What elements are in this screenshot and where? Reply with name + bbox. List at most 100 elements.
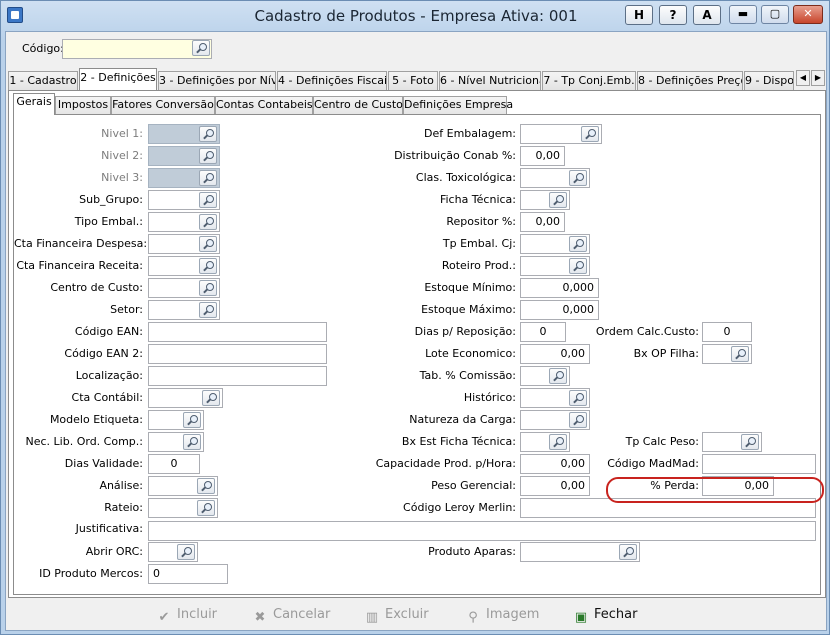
bx-op-filha-search-icon[interactable] [731,346,749,362]
nivel1-search-icon[interactable] [199,126,217,142]
roteiro-prod-search-icon[interactable] [569,258,587,274]
tab-comissao-field[interactable] [520,366,570,386]
ordem-calc-custo-field[interactable]: 0 [702,322,752,342]
tp-embal-cj-label: Tp Embal. Cj: [442,237,516,250]
codigo-field[interactable] [62,39,212,59]
sub-grupo-field[interactable] [148,190,220,210]
subtab-contas-contabeis[interactable]: Contas Contabeis [215,96,313,114]
cta-contabil-field[interactable] [148,388,223,408]
subtab-gerais[interactable]: Gerais [13,93,55,115]
def-embalagem-field[interactable] [520,124,602,144]
repositor-field[interactable]: 0,00 [520,212,565,232]
tab-definicoes-fiscais[interactable]: 4 - Definições Fiscais [277,71,387,90]
modelo-etiqueta-field[interactable] [148,410,204,430]
def-embalagem-search-icon[interactable] [581,126,599,142]
help-a-button[interactable]: A [693,5,721,25]
incluir-button[interactable]: ✔ Incluir [156,604,217,626]
app-icon [7,7,23,23]
tab-scroll-right-icon[interactable]: ▶ [811,70,825,86]
roteiro-prod-field[interactable] [520,256,590,276]
historico-field[interactable] [520,388,590,408]
setor-field[interactable] [148,300,220,320]
tp-embal-cj-search-icon[interactable] [569,236,587,252]
help-h-button[interactable]: H [625,5,653,25]
clas-toxicologica-search-icon[interactable] [569,170,587,186]
tp-calc-peso-search-icon[interactable] [741,434,759,450]
natureza-carga-search-icon[interactable] [569,412,587,428]
nec-lib-search-icon[interactable] [183,434,201,450]
historico-search-icon[interactable] [569,390,587,406]
id-produto-mercos-field[interactable]: 0 [148,564,228,584]
centro-custo-search-icon[interactable] [199,280,217,296]
produto-aparas-search-icon[interactable] [619,544,637,560]
cta-fin-receita-search-icon[interactable] [199,258,217,274]
setor-search-icon[interactable] [199,302,217,318]
abrir-orc-field[interactable] [148,542,198,562]
nivel2-field[interactable] [148,146,220,166]
tab-tp-conj-emb[interactable]: 7 - Tp Conj.Emb. [542,71,636,90]
codigo-ean2-field[interactable] [148,344,327,364]
tp-calc-peso-field[interactable] [702,432,762,452]
nivel2-search-icon[interactable] [199,148,217,164]
rateio-field[interactable] [148,498,218,518]
estoque-minimo-field[interactable]: 0,000 [520,278,599,298]
dias-validade-field[interactable]: 0 [148,454,200,474]
help-question-button[interactable]: ? [659,5,687,25]
cancelar-button[interactable]: ✖ Cancelar [252,604,331,626]
tab-definicoes[interactable]: 2 - Definições [79,68,157,90]
analise-search-icon[interactable] [197,478,215,494]
tab-scroll-left-icon[interactable]: ◀ [796,70,810,86]
ficha-tecnica-field[interactable] [520,190,570,210]
nivel1-field[interactable] [148,124,220,144]
natureza-carga-field[interactable] [520,410,590,430]
nivel3-search-icon[interactable] [199,170,217,186]
tab-dispos[interactable]: 9 - Dispos [744,71,794,90]
fechar-button[interactable]: ▣ Fechar [573,604,638,626]
subtab-definicoes-empresa[interactable]: Definições Empresa [403,96,513,114]
lote-economico-label: Lote Economico: [425,347,516,360]
cta-fin-receita-field[interactable] [148,256,220,276]
subtab-impostos[interactable]: Impostos [55,96,111,114]
nec-lib-field[interactable] [148,432,204,452]
dias-reposicao-field[interactable]: 0 [520,322,566,342]
analise-field[interactable] [148,476,218,496]
tab-definicoes-preco[interactable]: 8 - Definições Preço [637,71,743,90]
justificativa-field[interactable] [148,521,816,541]
maximize-button[interactable]: ▢ [761,5,789,24]
localizacao-field[interactable] [148,366,327,386]
clas-toxicologica-field[interactable] [520,168,590,188]
abrir-orc-search-icon[interactable] [177,544,195,560]
bx-op-filha-field[interactable] [702,344,752,364]
rateio-search-icon[interactable] [197,500,215,516]
tab-foto[interactable]: 5 - Foto [388,71,438,90]
minimize-button[interactable]: ▬ [729,5,757,24]
centro-custo-field[interactable] [148,278,220,298]
tipo-embal-search-icon[interactable] [199,214,217,230]
sub-grupo-search-icon[interactable] [199,192,217,208]
close-button[interactable]: ✕ [793,5,823,24]
ficha-tecnica-search-icon[interactable] [549,192,567,208]
tab-nivel-nutricional[interactable]: 6 - Nível Nutricional [439,71,541,90]
tab-comissao-search-icon[interactable] [549,368,567,384]
estoque-maximo-field[interactable]: 0,000 [520,300,599,320]
cta-fin-despesa-search-icon[interactable] [199,236,217,252]
produto-aparas-field[interactable] [520,542,640,562]
modelo-etiqueta-search-icon[interactable] [183,412,201,428]
cta-contabil-search-icon[interactable] [202,390,220,406]
subtab-fatores-conversao[interactable]: Fatores Conversão [111,96,215,114]
tab-definicoes-nivel[interactable]: 3 - Definições por Nível [158,71,276,90]
bx-est-ficha-field[interactable] [520,432,570,452]
nivel3-field[interactable] [148,168,220,188]
imagem-button[interactable]: ⚲ Imagem [465,604,539,626]
codigo-search-icon[interactable] [192,40,210,56]
cta-fin-despesa-field[interactable] [148,234,220,254]
tp-embal-cj-field[interactable] [520,234,590,254]
distribuicao-conab-field[interactable]: 0,00 [520,146,565,166]
subtab-centro-custo[interactable]: Centro de Custo [313,96,403,114]
tab-cadastro[interactable]: 1 - Cadastro [8,71,78,90]
bx-est-ficha-search-icon[interactable] [549,434,567,450]
tipo-embal-field[interactable] [148,212,220,232]
codigo-ean-field[interactable] [148,322,327,342]
codigo-madmad-field[interactable] [702,454,816,474]
excluir-button[interactable]: ▥ Excluir [364,604,429,626]
